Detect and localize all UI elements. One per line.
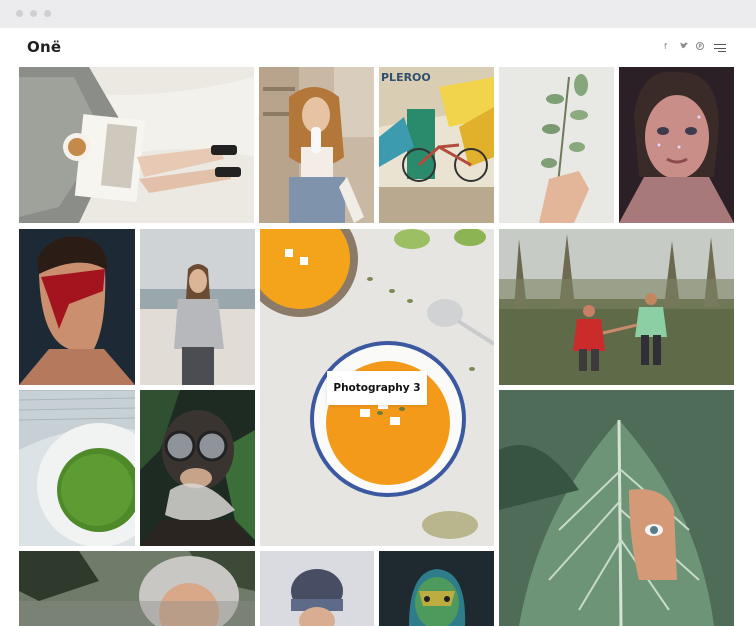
browser-chrome <box>0 0 756 28</box>
gallery-item[interactable] <box>619 67 734 223</box>
svg-text:PLEROO: PLEROO <box>381 71 431 84</box>
gallery-item[interactable] <box>19 67 254 223</box>
gallery-item[interactable] <box>259 67 374 223</box>
gallery-item[interactable] <box>140 390 255 546</box>
kitchen-photo <box>259 67 374 223</box>
hover-caption: Photography 3 <box>327 371 427 405</box>
staircase-photo <box>19 390 135 546</box>
gallery-item[interactable] <box>140 229 255 385</box>
couple-field-photo <box>499 229 734 385</box>
pinterest-icon[interactable] <box>696 42 704 52</box>
glitter-portrait-photo <box>619 67 734 223</box>
site-logo[interactable]: Onë <box>27 38 61 56</box>
hamburger-menu-icon[interactable] <box>714 44 726 53</box>
beach-photo <box>140 229 255 385</box>
window-dot-icon <box>16 10 23 17</box>
eucalyptus-photo <box>499 67 614 223</box>
facebook-icon[interactable]: f <box>664 42 667 52</box>
window-dot-icon <box>44 10 51 17</box>
bicycle-photo: PLEROO <box>379 67 494 223</box>
face-paint-photo <box>19 229 135 385</box>
gallery-item[interactable] <box>499 229 734 385</box>
reading-photo <box>19 67 254 223</box>
gallery-item[interactable] <box>19 390 135 546</box>
gallery-item[interactable] <box>499 390 734 626</box>
gallery-item[interactable] <box>260 551 374 626</box>
gallery-item[interactable] <box>19 229 135 385</box>
older-man-photo <box>19 551 255 626</box>
twitter-icon[interactable] <box>680 42 689 52</box>
gallery-item[interactable] <box>499 67 614 223</box>
gallery-item[interactable]: PLEROO <box>379 67 494 223</box>
gallery-item[interactable] <box>379 551 494 626</box>
goggles-photo <box>140 390 255 546</box>
blue-paint-photo <box>379 551 494 626</box>
window-dot-icon <box>30 10 37 17</box>
knit-hat-photo <box>260 551 374 626</box>
site-header: Onë f <box>0 28 756 66</box>
leaf-face-photo <box>499 390 734 626</box>
gallery-item[interactable] <box>19 551 255 626</box>
